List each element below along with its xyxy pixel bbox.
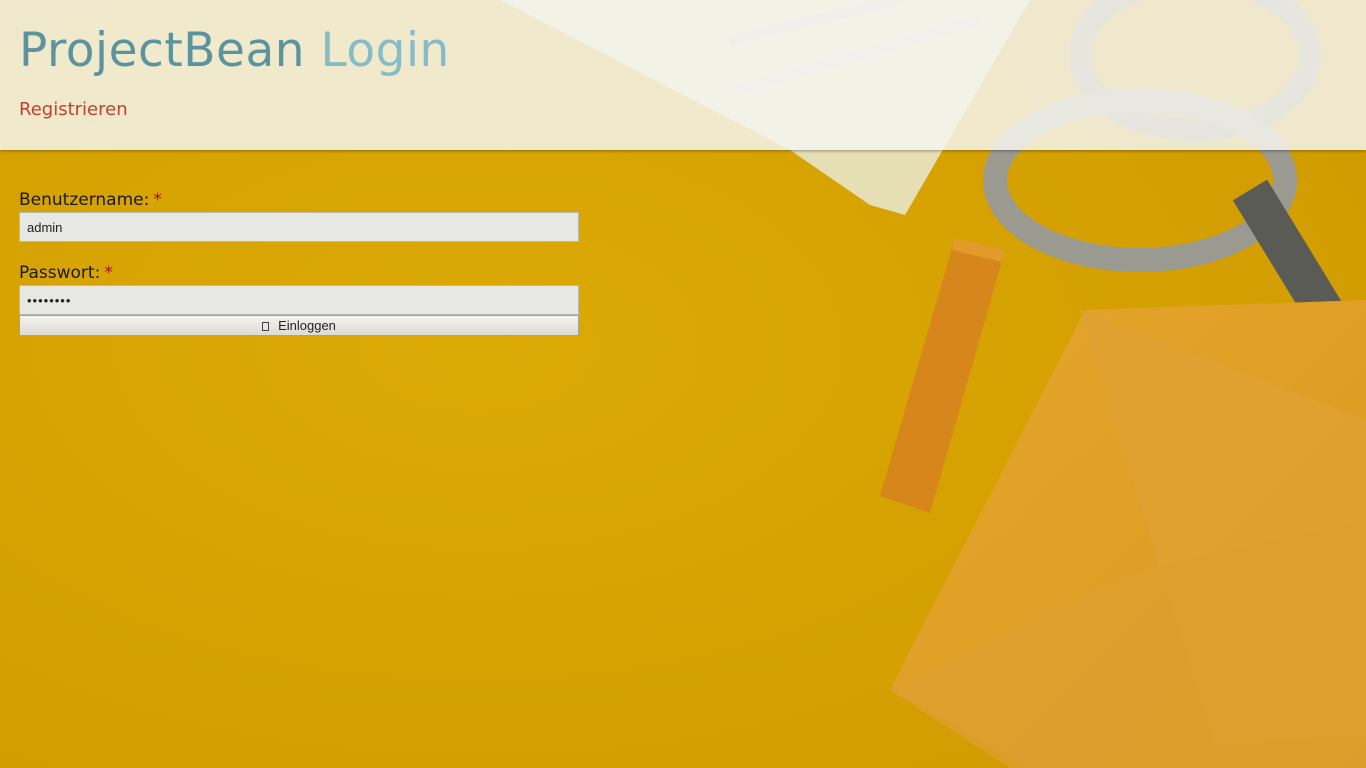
login-icon: [262, 322, 270, 331]
required-marker: *: [153, 190, 162, 210]
username-label: Benutzername: *: [19, 189, 579, 212]
required-marker: *: [104, 263, 113, 283]
login-form: Benutzername:* Passwort:* Einloggen: [19, 189, 579, 336]
login-button[interactable]: Einloggen: [19, 315, 579, 336]
header-bar: ProjectBean Login Registrieren: [0, 0, 1366, 150]
password-label-text: Passwort:: [19, 263, 101, 283]
register-link[interactable]: Registrieren: [19, 99, 128, 121]
password-label: Passwort: *: [19, 262, 579, 285]
login-word: Login: [320, 23, 450, 78]
page-title: ProjectBean Login: [19, 22, 450, 80]
field-spacer: [19, 242, 579, 262]
password-input[interactable]: [19, 285, 579, 315]
username-input[interactable]: [19, 212, 579, 242]
username-label-text: Benutzername:: [19, 190, 150, 210]
login-button-label: Einloggen: [278, 318, 336, 333]
app-name: ProjectBean: [19, 23, 306, 78]
